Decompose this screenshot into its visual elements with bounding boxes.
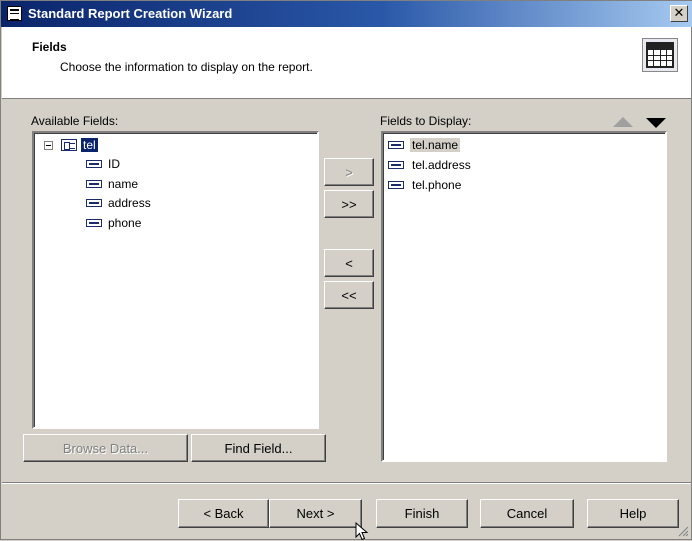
available-fields-tree[interactable]: tel ID name address phone [32,131,319,429]
close-button[interactable]: ✕ [670,5,688,22]
available-fields-label: Available Fields: [31,114,119,128]
triangle-up-icon[interactable] [613,117,633,127]
field-icon [86,199,102,207]
list-item-label: tel.name [410,138,461,152]
tree-node-label: tel [81,138,98,152]
table-icon [61,139,77,151]
wizard-window: Standard Report Creation Wizard ✕ Fields… [0,0,692,541]
table-grid-icon [642,38,678,72]
page-subtitle: Choose the information to display on the… [60,60,313,74]
field-label: address [108,196,151,210]
triangle-down-icon[interactable] [646,118,666,128]
tree-item-field[interactable]: phone [86,214,141,232]
report-app-icon [7,6,22,21]
window-title: Standard Report Creation Wizard [28,6,233,21]
list-item-label: tel.address [412,158,471,172]
back-button[interactable]: < Back [178,499,269,528]
collapse-icon[interactable] [44,140,53,150]
field-icon [86,160,102,168]
field-icon [388,181,404,189]
find-field-button[interactable]: Find Field... [191,434,326,462]
add-all-fields-button[interactable]: >> [324,190,374,218]
fields-to-display-list[interactable]: tel.name tel.address tel.phone [381,131,667,462]
finish-button[interactable]: Finish [376,499,468,528]
resize-grip-icon[interactable] [677,525,689,537]
field-icon [86,180,102,188]
next-button[interactable]: Next > [269,499,362,528]
fields-to-display-label: Fields to Display: [380,114,472,128]
help-button[interactable]: Help [587,499,679,528]
footer-divider [2,482,691,484]
add-field-button[interactable]: > [324,158,374,186]
wizard-header: Fields Choose the information to display… [2,27,691,99]
field-label: name [108,177,139,191]
tree-item-field[interactable]: ID [86,155,120,173]
list-item[interactable]: tel.phone [388,176,463,194]
field-icon [388,161,404,169]
field-icon [388,141,404,149]
page-title: Fields [32,40,67,54]
field-icon [86,219,102,227]
remove-all-fields-button[interactable]: << [324,281,374,309]
list-item-label: tel.phone [412,178,462,192]
tree-item-field[interactable]: name [86,175,138,193]
remove-field-button[interactable]: < [324,249,374,277]
list-item[interactable]: tel.name [388,136,461,154]
cancel-button[interactable]: Cancel [480,499,574,528]
browse-data-button[interactable]: Browse Data... [23,434,188,462]
mouse-cursor-icon [355,522,369,541]
field-label: ID [108,157,120,171]
field-label: phone [108,216,142,230]
list-item[interactable]: tel.address [388,156,473,174]
tree-item-field[interactable]: address [86,194,151,212]
tree-node-table[interactable]: tel [44,136,98,154]
title-bar[interactable]: Standard Report Creation Wizard ✕ [1,1,692,27]
